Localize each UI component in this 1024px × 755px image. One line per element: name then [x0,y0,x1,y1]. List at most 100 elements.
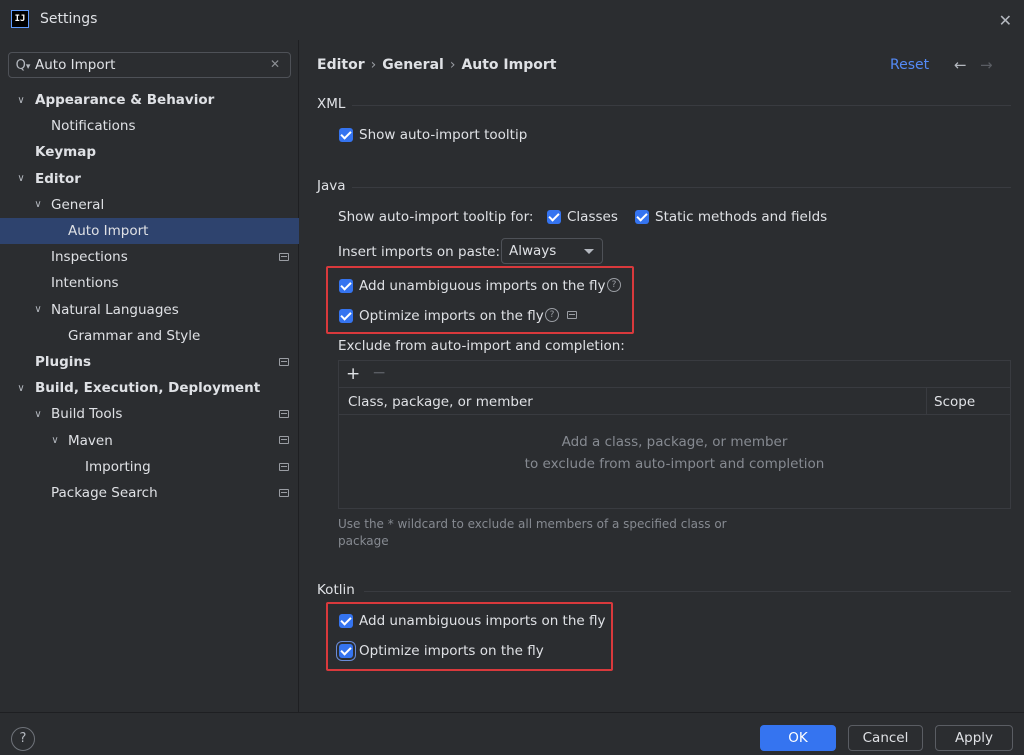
sidebar-item-label: Appearance & Behavior [35,92,215,109]
ok-button[interactable]: OK [760,725,836,751]
xml-show-tooltip-checkbox[interactable] [339,128,353,142]
chevron-down-icon[interactable]: ∨ [15,95,27,106]
sidebar-item-label: Editor [35,170,81,187]
sidebar-item-general[interactable]: ∨ General [0,192,299,218]
section-divider [364,591,1011,592]
section-divider [352,187,1011,188]
sidebar-item-importing[interactable]: Importing [0,454,299,480]
java-add-unambiguous-checkbox[interactable] [339,279,353,293]
sidebar-item-maven[interactable]: ∨ Maven [0,427,299,453]
settings-tree: ∨ Appearance & Behavior Notifications Ke… [0,87,299,506]
reset-link[interactable]: Reset [890,57,929,73]
java-optimize-label[interactable]: Optimize imports on the fly [359,308,544,324]
search-icon: Q▾ [15,57,31,73]
apply-button[interactable]: Apply [935,725,1013,751]
project-scope-icon [567,311,577,319]
arrow-left-icon[interactable]: ← [954,56,967,74]
breadcrumb-separator: › [370,57,377,73]
settings-content: Editor › General › Auto Import Reset ← → XML… [300,40,1024,712]
sidebar-item-plugins[interactable]: Plugins [0,349,299,375]
sidebar-item-build-tools[interactable]: ∨ Build Tools [0,401,299,427]
sidebar-item-label: General [51,196,105,213]
sidebar-item-keymap[interactable]: Keymap [0,139,299,165]
search-input[interactable] [35,57,255,73]
kotlin-optimize-checkbox[interactable] [339,644,353,658]
classes-checkbox[interactable] [547,210,561,224]
sidebar-item-label: Build Tools [51,406,123,423]
close-icon[interactable]: ✕ [999,11,1012,30]
classes-label[interactable]: Classes [567,209,618,225]
xml-show-tooltip-label[interactable]: Show auto-import tooltip [359,127,527,143]
chevron-down-icon[interactable]: ∨ [32,409,44,420]
kotlin-add-unambiguous-checkbox[interactable] [339,614,353,628]
add-icon[interactable]: + [346,364,360,384]
column-header-class[interactable]: Class, package, or member [348,394,533,410]
insert-on-paste-dropdown[interactable]: Always [501,238,603,264]
breadcrumb-item[interactable]: Editor [317,57,365,73]
sidebar-item-package-search[interactable]: Package Search [0,480,299,506]
title-bar: IJ Settings ✕ [0,0,1024,40]
sidebar-item-grammar-style[interactable]: Grammar and Style [0,323,299,349]
clear-icon[interactable]: ✕ [270,57,280,71]
sidebar-item-label: Plugins [35,353,92,370]
insert-on-paste-value: Always [509,243,557,259]
breadcrumb-item[interactable]: General [382,57,444,73]
wildcard-hint: Use the * wildcard to exclude all member… [338,517,727,548]
project-scope-icon [279,436,289,445]
empty-state-line1: Add a class, package, or member [561,434,788,450]
project-scope-icon [279,357,289,366]
xml-section-title: XML [317,96,346,112]
breadcrumb: Editor › General › Auto Import [317,57,556,73]
remove-icon: − [372,363,387,383]
search-box[interactable]: Q▾ ✕ [8,52,291,78]
sidebar-item-appearance-behavior[interactable]: ∨ Appearance & Behavior [0,87,299,113]
dropdown-arrow-icon [584,249,594,254]
sidebar-item-build-execution-deployment[interactable]: ∨ Build, Execution, Deployment [0,375,299,401]
show-tooltip-for-label: Show auto-import tooltip for: [338,209,534,225]
column-header-scope[interactable]: Scope [934,394,975,410]
sidebar-item-notifications[interactable]: Notifications [0,113,299,139]
insert-on-paste-label: Insert imports on paste: [338,244,501,260]
chevron-down-icon[interactable]: ∨ [32,199,44,210]
sidebar-item-label: Notifications [51,118,136,135]
chevron-down-icon[interactable]: ∨ [32,304,44,315]
kotlin-add-unambiguous-label[interactable]: Add unambiguous imports on the fly [359,613,606,629]
sidebar-item-label: Package Search [51,484,158,501]
chevron-down-icon[interactable]: ∨ [15,383,27,394]
sidebar-item-label: Grammar and Style [68,327,201,344]
sidebar-item-label: Inspections [51,249,128,266]
chevron-down-icon[interactable]: ∨ [49,435,61,446]
static-methods-label[interactable]: Static methods and fields [655,209,827,225]
kotlin-optimize-label[interactable]: Optimize imports on the fly [359,643,544,659]
help-icon[interactable]: ? [607,278,621,292]
sidebar-item-editor[interactable]: ∨ Editor [0,166,299,192]
app-logo-icon: IJ [11,10,29,28]
java-optimize-checkbox[interactable] [339,309,353,323]
help-icon[interactable]: ? [545,308,559,322]
sidebar-item-label: Intentions [51,275,119,292]
table-toolbar: + − [339,361,1010,388]
sidebar-item-inspections[interactable]: Inspections [0,244,299,270]
kotlin-section-title: Kotlin [317,582,355,598]
help-button[interactable]: ? [11,727,35,751]
project-scope-icon [279,410,289,419]
static-methods-checkbox[interactable] [635,210,649,224]
sidebar-item-auto-import[interactable]: Auto Import [0,217,299,245]
table-header: Class, package, or member Scope [339,388,1010,415]
dialog-footer: ? OK Cancel Apply [0,712,1024,755]
java-add-unambiguous-label[interactable]: Add unambiguous imports on the fly [359,278,606,294]
exclude-table: + − Class, package, or member Scope Add … [338,360,1011,509]
sidebar-item-label: Build, Execution, Deployment [35,380,261,397]
cancel-button[interactable]: Cancel [848,725,923,751]
sidebar-item-label: Auto Import [68,223,149,240]
column-separator [926,388,927,414]
sidebar-item-label: Natural Languages [51,301,179,318]
project-scope-icon [279,253,289,262]
chevron-down-icon[interactable]: ∨ [15,173,27,184]
breadcrumb-separator: › [449,57,456,73]
sidebar-item-natural-languages[interactable]: ∨ Natural Languages [0,297,299,323]
project-scope-icon [279,462,289,471]
sidebar-item-label: Maven [68,432,113,449]
sidebar-item-intentions[interactable]: Intentions [0,270,299,296]
arrow-right-icon: → [980,56,993,74]
